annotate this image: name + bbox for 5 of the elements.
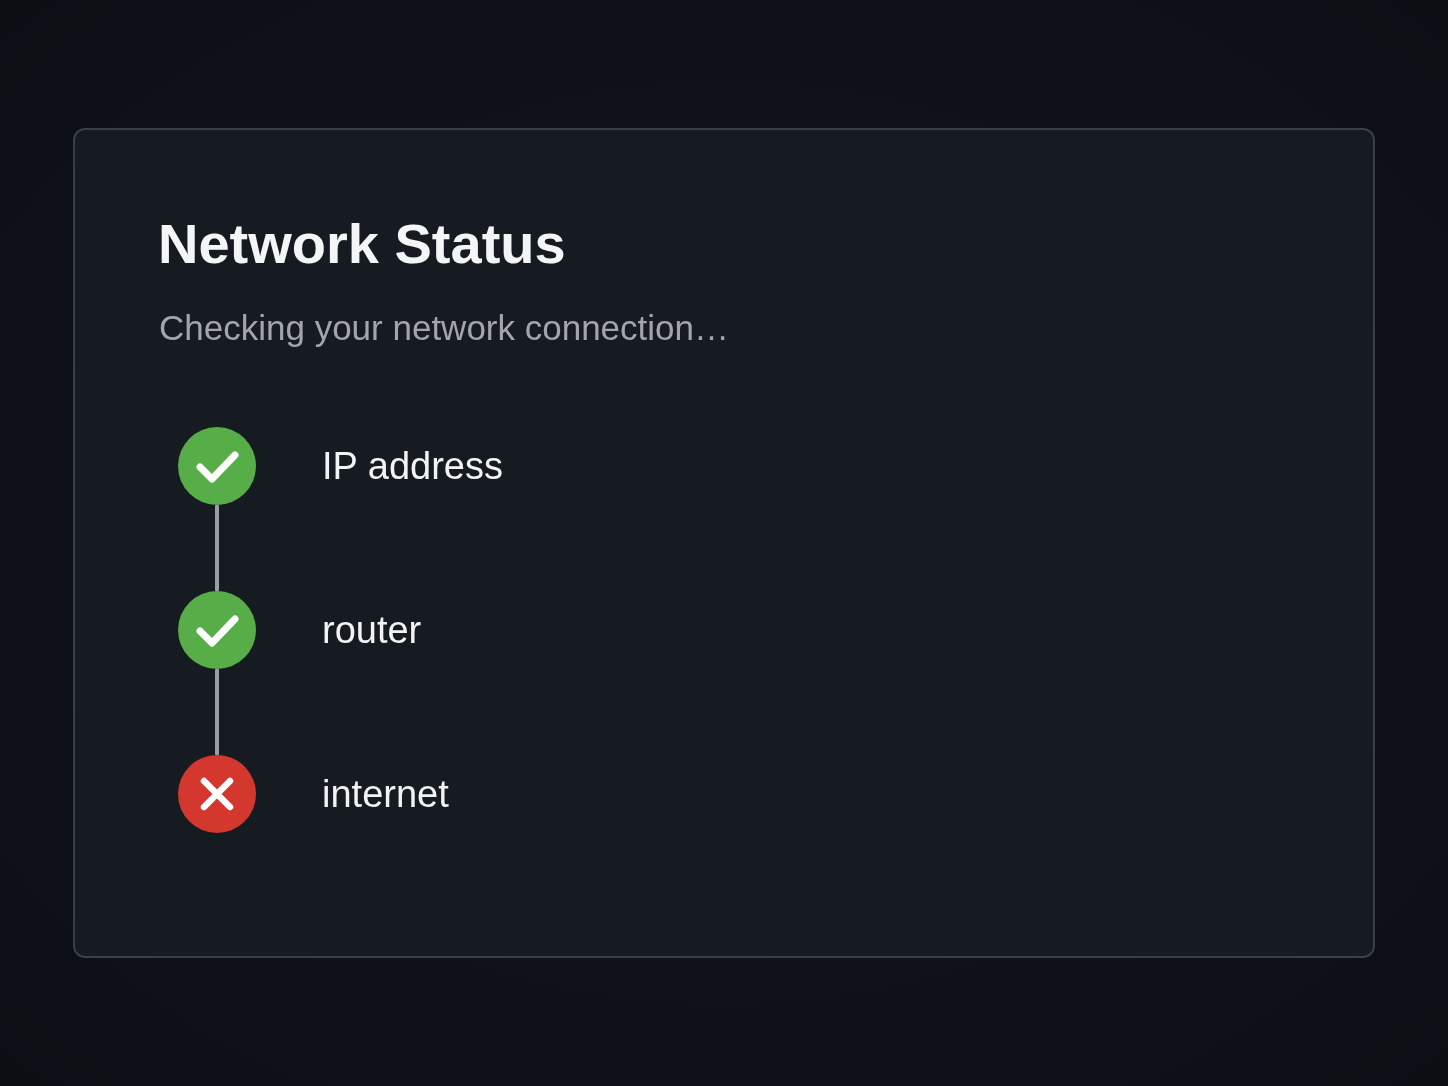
card-title: Network Status — [158, 211, 566, 277]
card-subtitle: Checking your network connection… — [159, 307, 729, 349]
step-label: IP address — [322, 444, 503, 489]
step-label: internet — [322, 772, 449, 817]
step-label: router — [322, 608, 422, 653]
